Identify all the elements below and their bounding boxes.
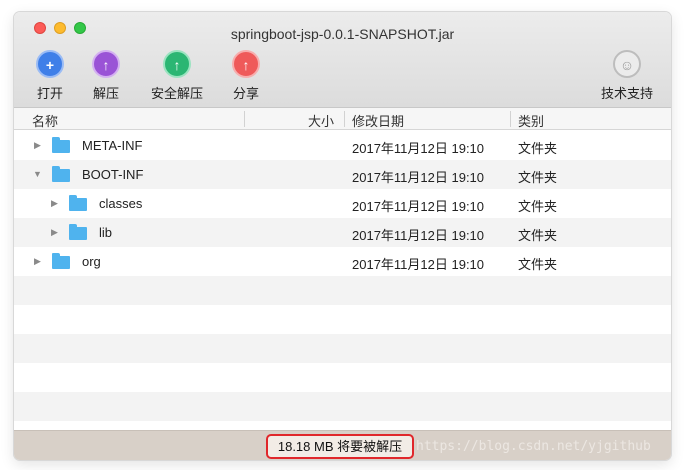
empty-row (14, 363, 671, 392)
safe-extract-label: 安全解压 (150, 86, 203, 101)
empty-row (14, 305, 671, 334)
share-label: 分享 (232, 86, 259, 101)
column-header: 名称 大小 修改日期 类别 (14, 108, 671, 130)
extract-icon: ↑ (92, 50, 120, 78)
extract-label: 解压 (92, 86, 119, 101)
disclosure-triangle-icon[interactable]: ▶ (51, 227, 58, 238)
column-divider[interactable] (510, 111, 511, 127)
file-name: lib (99, 225, 113, 240)
file-date: 2017年11月12日 19:10 (352, 257, 485, 272)
file-row-lib[interactable]: ▶ lib 2017年11月12日 19:10 文件夹 (14, 218, 671, 247)
column-size[interactable]: 大小 (304, 111, 334, 130)
file-row-org[interactable]: ▶ org 2017年11月12日 19:10 文件夹 (14, 247, 671, 276)
open-label: 打开 (36, 86, 63, 101)
tech-support-button[interactable]: ☺ 技术支持 (598, 50, 656, 102)
column-divider[interactable] (344, 111, 345, 127)
file-row-meta-inf[interactable]: ▶ META-INF 2017年11月12日 19:10 文件夹 (14, 131, 671, 160)
empty-row (14, 392, 671, 421)
share-button[interactable]: ↑ 分享 (230, 50, 262, 102)
column-kind[interactable]: 类别 (518, 111, 544, 130)
file-date: 2017年11月12日 19:10 (352, 199, 485, 214)
disclosure-triangle-expanded-icon[interactable]: ▼ (33, 169, 42, 179)
folder-icon (52, 253, 70, 269)
column-date[interactable]: 修改日期 (352, 111, 404, 130)
archive-window: springboot-jsp-0.0.1-SNAPSHOT.jar + 打开 ↑… (14, 12, 671, 460)
empty-row (14, 276, 671, 305)
status-bar: 18.18 MB 将要被解压 https://blog.csdn.net/yjg… (14, 430, 671, 460)
disclosure-triangle-icon[interactable]: ▶ (34, 256, 41, 267)
file-kind: 文件夹 (518, 170, 558, 185)
file-row-classes[interactable]: ▶ classes 2017年11月12日 19:10 文件夹 (14, 189, 671, 218)
window-title: springboot-jsp-0.0.1-SNAPSHOT.jar (230, 26, 455, 42)
open-button[interactable]: + 打开 (34, 50, 66, 102)
disclosure-triangle-icon[interactable]: ▶ (34, 140, 41, 151)
file-kind: 文件夹 (518, 228, 558, 243)
support-face-icon: ☺ (613, 50, 641, 78)
file-name: META-INF (82, 138, 143, 153)
folder-icon (69, 195, 87, 211)
file-name: BOOT-INF (82, 167, 144, 182)
file-date: 2017年11月12日 19:10 (352, 228, 485, 243)
share-icon: ↑ (232, 50, 260, 78)
file-kind: 文件夹 (518, 141, 558, 156)
empty-row (14, 334, 671, 363)
column-divider[interactable] (244, 111, 245, 127)
file-kind: 文件夹 (518, 199, 558, 214)
file-date: 2017年11月12日 19:10 (352, 141, 485, 156)
file-name: org (82, 254, 101, 269)
shield-icon: ↑ (163, 50, 191, 78)
file-date: 2017年11月12日 19:10 (352, 170, 485, 185)
file-name: classes (99, 196, 143, 211)
file-list: ▶ META-INF 2017年11月12日 19:10 文件夹 ▼ BOOT-… (14, 131, 671, 421)
tech-support-label: 技术支持 (600, 86, 653, 101)
disclosure-triangle-icon[interactable]: ▶ (51, 198, 58, 209)
title-bar: springboot-jsp-0.0.1-SNAPSHOT.jar + 打开 ↑… (14, 12, 671, 108)
open-icon: + (36, 50, 64, 78)
watermark: https://blog.csdn.net/yjgithub (416, 439, 651, 454)
extract-button[interactable]: ↑ 解压 (90, 50, 122, 102)
safe-extract-button[interactable]: ↑ 安全解压 (148, 50, 206, 102)
folder-icon (52, 137, 70, 153)
column-name[interactable]: 名称 (32, 111, 58, 130)
folder-icon (52, 166, 70, 182)
file-row-boot-inf[interactable]: ▼ BOOT-INF 2017年11月12日 19:10 文件夹 (14, 160, 671, 189)
folder-icon (69, 224, 87, 240)
extract-size-status: 18.18 MB 将要被解压 (266, 434, 414, 459)
file-kind: 文件夹 (518, 257, 558, 272)
